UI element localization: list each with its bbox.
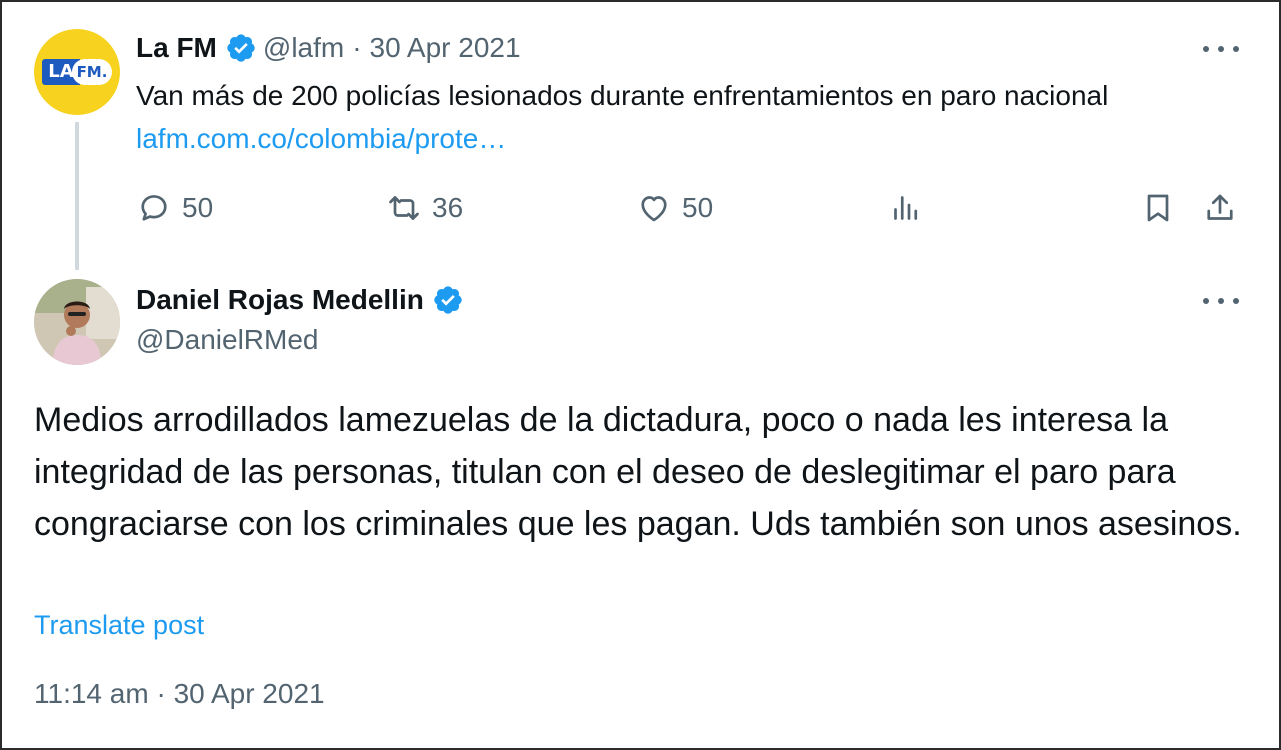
verified-badge-icon [434, 286, 462, 314]
timestamp-date: 30 Apr 2021 [173, 678, 325, 709]
reply-handle[interactable]: @DanielRMed [136, 324, 319, 356]
parent-action-bar: 50 36 50 [136, 188, 1246, 228]
verified-badge-icon [227, 34, 255, 62]
reply-count: 50 [182, 192, 214, 223]
bookmark-icon [1147, 194, 1169, 222]
timestamp-separator: · [156, 678, 166, 709]
reply-timestamp[interactable]: 11:14 am · 30 Apr 2021 [34, 678, 325, 710]
reply-tweet-text: Medios arrodillados lamezuelas de la dic… [34, 401, 1242, 543]
tweet-thread-card: LA FM. La FM @lafm · 30 Apr 2021 Van más… [0, 0, 1281, 750]
like-icon [641, 196, 667, 222]
parent-display-name[interactable]: La FM [136, 32, 217, 64]
retweet-button[interactable]: 36 [386, 188, 463, 228]
lafm-logo-right: FM. [72, 59, 112, 85]
views-icon [894, 196, 918, 220]
reply-tweet-header: Daniel Rojas Medellin [136, 282, 470, 318]
lafm-logo: LA FM. [42, 59, 112, 85]
daniel-avatar[interactable] [34, 279, 120, 365]
reply-display-name[interactable]: Daniel Rojas Medellin [136, 284, 424, 316]
share-button[interactable] [1202, 188, 1238, 228]
reply-more-options-icon[interactable] [1203, 295, 1239, 307]
person-photo-icon [34, 279, 120, 365]
thread-connector-line [75, 122, 79, 270]
parent-tweet-text: Van más de 200 policías lesionados duran… [136, 74, 1196, 160]
translate-post-link[interactable]: Translate post [34, 610, 204, 641]
retweet-icon [389, 196, 419, 220]
bookmark-button[interactable] [1140, 188, 1176, 228]
parent-tweet-body: Van más de 200 policías lesionados duran… [136, 80, 1109, 111]
retweet-count: 36 [432, 192, 464, 223]
like-button[interactable]: 50 [636, 188, 713, 228]
reply-icon [141, 195, 167, 221]
reply-button[interactable]: 50 [136, 188, 213, 228]
share-icon [1207, 194, 1233, 220]
parent-handle[interactable]: @lafm [263, 32, 344, 64]
lafm-avatar[interactable]: LA FM. [34, 29, 120, 115]
header-separator: · [352, 32, 362, 63]
parent-tweet-header: La FM @lafm · 30 Apr 2021 [136, 30, 521, 66]
article-link[interactable]: lafm.com.co/colombia/prote… [136, 123, 506, 154]
timestamp-time: 11:14 am [34, 678, 149, 709]
like-count: 50 [682, 192, 714, 223]
parent-date[interactable]: 30 Apr 2021 [370, 32, 521, 64]
parent-more-options-icon[interactable] [1203, 43, 1239, 55]
views-button[interactable] [888, 188, 924, 228]
